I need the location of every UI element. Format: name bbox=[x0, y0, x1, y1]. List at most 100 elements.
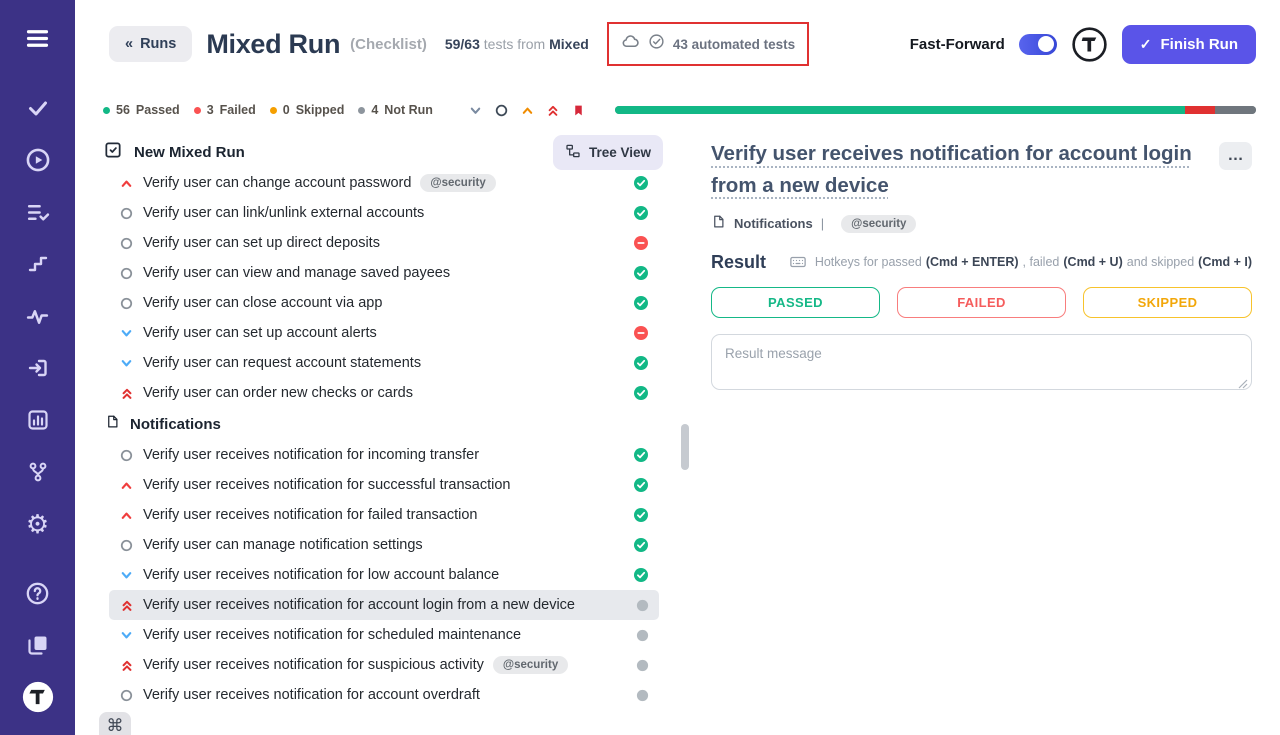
result-buttons: PASSED FAILED SKIPPED bbox=[711, 287, 1252, 318]
list-scrollbar[interactable] bbox=[679, 132, 691, 735]
circle-priority-icon bbox=[119, 539, 134, 552]
tree-view-button[interactable]: Tree View bbox=[553, 135, 663, 170]
fast-forward-toggle[interactable] bbox=[1019, 34, 1057, 55]
check-icon[interactable] bbox=[0, 82, 75, 134]
test-title[interactable]: Verify user receives notification for ac… bbox=[711, 138, 1211, 202]
docs-icon[interactable] bbox=[0, 619, 75, 671]
test-title: Verify user can manage notification sett… bbox=[143, 537, 423, 553]
test-row[interactable]: Verify user can set up direct deposits bbox=[109, 228, 659, 258]
hotkeys-prefix: Hotkeys for passed bbox=[815, 255, 922, 269]
status-passed-icon bbox=[633, 447, 649, 463]
scrollbar-thumb[interactable] bbox=[681, 424, 689, 470]
file-icon bbox=[105, 414, 120, 434]
test-row[interactable]: Verify user receives notification for lo… bbox=[109, 560, 659, 590]
automated-tests-badge[interactable]: 43 automated tests bbox=[607, 22, 809, 66]
failed-dot-icon bbox=[194, 107, 201, 114]
pulse-icon[interactable] bbox=[0, 290, 75, 342]
test-row[interactable]: Verify user receives notification for in… bbox=[109, 440, 659, 470]
status-passed-icon bbox=[633, 507, 649, 523]
circle-priority-icon bbox=[119, 267, 134, 280]
test-row[interactable]: Verify user can close account via app bbox=[109, 288, 659, 318]
logo-icon[interactable] bbox=[0, 671, 75, 723]
chevron-up-icon[interactable] bbox=[521, 104, 534, 117]
breadcrumb-divider: | bbox=[821, 216, 824, 231]
progress-failed-segment bbox=[1185, 106, 1216, 114]
flow-icon[interactable] bbox=[0, 238, 75, 290]
mark-passed-button[interactable]: PASSED bbox=[711, 287, 880, 318]
test-row[interactable]: Verify user can change account password@… bbox=[109, 172, 659, 198]
test-row[interactable]: Verify user receives notification for sc… bbox=[109, 620, 659, 650]
list-header: New Mixed Run Tree View bbox=[75, 132, 679, 172]
main-area: « Runs Mixed Run (Checklist) 59/63 tests… bbox=[75, 0, 1280, 735]
status-passed-icon bbox=[633, 567, 649, 583]
result-message-input[interactable] bbox=[711, 334, 1252, 390]
menu-icon[interactable] bbox=[0, 10, 75, 66]
double-chevron-up-icon[interactable] bbox=[547, 103, 559, 118]
test-row[interactable]: Verify user receives notification for su… bbox=[109, 470, 659, 500]
failed-count: 3 bbox=[207, 103, 214, 117]
circle-priority-icon bbox=[119, 689, 134, 702]
test-title: Verify user can view and manage saved pa… bbox=[143, 265, 450, 281]
passed-dot-icon bbox=[103, 107, 110, 114]
test-tag: @security bbox=[493, 656, 568, 674]
back-to-runs-button[interactable]: « Runs bbox=[109, 26, 192, 62]
test-row[interactable]: Verify user receives notification for su… bbox=[109, 650, 659, 680]
test-row[interactable]: Verify user can manage notification sett… bbox=[109, 530, 659, 560]
more-actions-button[interactable]: … bbox=[1219, 142, 1252, 170]
test-row[interactable]: Verify user can link/unlink external acc… bbox=[109, 198, 659, 228]
run-checklist-icon bbox=[103, 140, 123, 165]
chart-icon[interactable] bbox=[0, 394, 75, 446]
chevrons-left-icon: « bbox=[125, 37, 133, 52]
status-not_run-icon bbox=[636, 659, 649, 672]
status-passed-icon bbox=[633, 385, 649, 401]
command-shortcut-button[interactable]: ⌘ bbox=[99, 712, 131, 735]
circle-priority-icon bbox=[119, 237, 134, 250]
app-logo[interactable] bbox=[1071, 26, 1108, 63]
automated-tests-label: 43 automated tests bbox=[673, 37, 795, 52]
test-row[interactable]: Verify user can set up account alerts bbox=[109, 318, 659, 348]
section-header[interactable]: Notifications bbox=[75, 408, 679, 440]
status-not_run-icon bbox=[636, 689, 649, 702]
mark-failed-button[interactable]: FAILED bbox=[897, 287, 1066, 318]
finish-run-button[interactable]: ✓ Finish Run bbox=[1122, 25, 1256, 64]
status-not_run-icon bbox=[636, 629, 649, 642]
hotkey-passed: (Cmd + ENTER) bbox=[926, 255, 1019, 269]
status-not_run-icon bbox=[636, 599, 649, 612]
breadcrumb-section[interactable]: Notifications bbox=[734, 216, 813, 231]
hotkey-failed: (Cmd + U) bbox=[1063, 255, 1122, 269]
collapse-chevron-down-icon[interactable] bbox=[469, 104, 482, 117]
circle-priority-icon bbox=[119, 297, 134, 310]
mark-skipped-button[interactable]: SKIPPED bbox=[1083, 287, 1252, 318]
bookmark-icon[interactable] bbox=[572, 103, 585, 118]
test-row[interactable]: Verify user can request account statemen… bbox=[109, 348, 659, 378]
test-row[interactable]: Verify user receives notification for ac… bbox=[109, 680, 659, 710]
security-tag[interactable]: @security bbox=[841, 215, 916, 233]
stat-passed: 56 Passed bbox=[103, 103, 180, 117]
finish-run-label: Finish Run bbox=[1161, 36, 1239, 53]
file-icon bbox=[711, 214, 726, 234]
test-row[interactable]: Verify user can view and manage saved pa… bbox=[109, 258, 659, 288]
check-glyph-icon: ✓ bbox=[1140, 37, 1152, 51]
play-icon[interactable] bbox=[0, 134, 75, 186]
result-heading: Result bbox=[711, 252, 766, 273]
stat-failed: 3 Failed bbox=[194, 103, 256, 117]
progress-passed-segment bbox=[615, 106, 1185, 114]
automation-cloud-icon bbox=[621, 32, 640, 56]
gear-icon[interactable]: ⚙ bbox=[0, 498, 75, 550]
sign-in-icon[interactable] bbox=[0, 342, 75, 394]
circle-outline-icon[interactable] bbox=[495, 104, 508, 117]
down-priority-icon bbox=[119, 569, 134, 582]
test-row[interactable]: Verify user receives notification for fa… bbox=[109, 500, 659, 530]
test-row[interactable]: Verify user can order new checks or card… bbox=[109, 378, 659, 408]
section-label: Notifications bbox=[130, 416, 221, 433]
list-check-icon[interactable] bbox=[0, 186, 75, 238]
test-title: Verify user receives notification for ac… bbox=[143, 687, 480, 703]
branch-icon[interactable] bbox=[0, 446, 75, 498]
breadcrumb: Notifications | @security bbox=[711, 214, 1252, 234]
help-icon[interactable] bbox=[0, 567, 75, 619]
status-passed-icon bbox=[633, 537, 649, 553]
down-priority-icon bbox=[119, 629, 134, 642]
stat-filters bbox=[469, 103, 585, 118]
test-row[interactable]: Verify user receives notification for ac… bbox=[109, 590, 659, 620]
test-title: Verify user can change account password bbox=[143, 175, 411, 191]
